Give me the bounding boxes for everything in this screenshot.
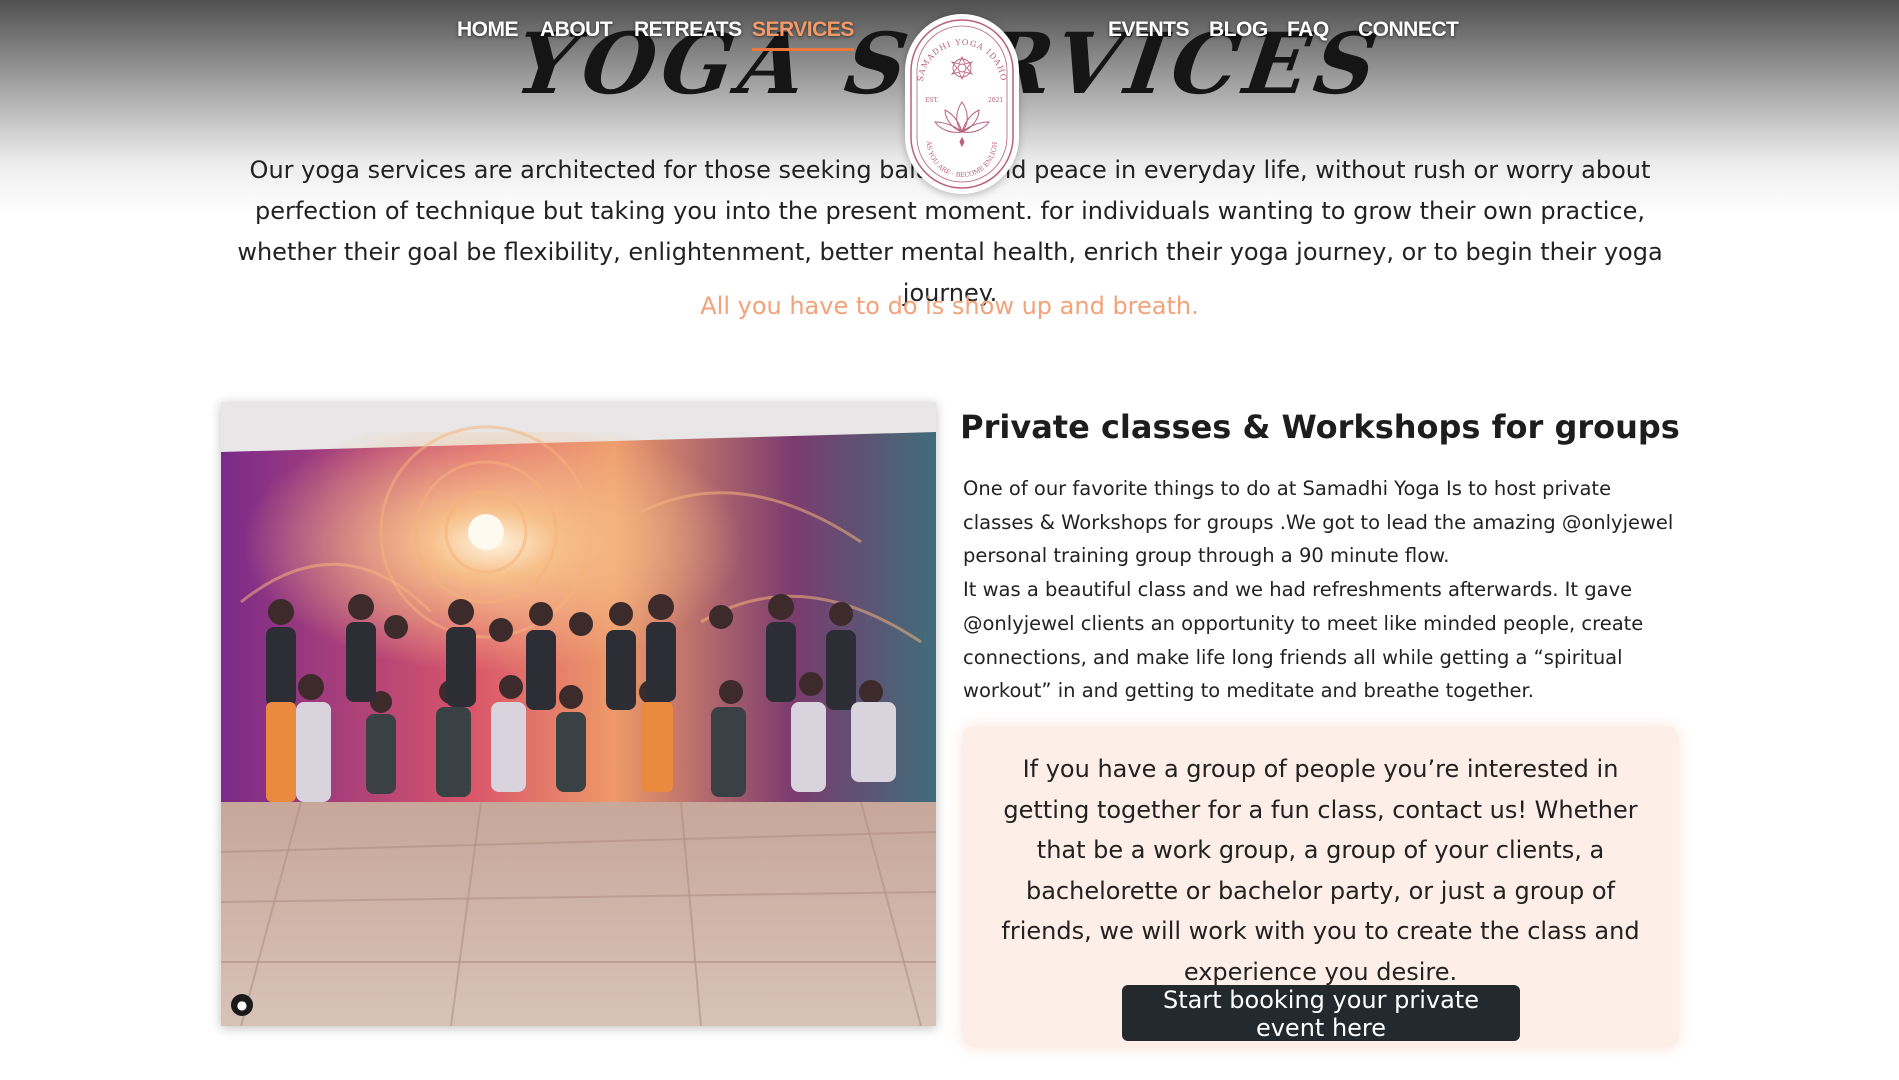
person-icon[interactable]: ●: [231, 994, 253, 1016]
nav-faq[interactable]: FAQ: [1287, 18, 1329, 48]
paragraph-2: It was a beautiful class and we had refr…: [963, 578, 1644, 703]
logo-bottom-text: COME AS YOU ARE · BECOME ENLIGHTENED: [905, 14, 999, 179]
cta-box: If you have a group of people you’re int…: [963, 727, 1678, 1047]
nav-services[interactable]: SERVICES: [752, 18, 854, 51]
logo-right-text: 2021: [988, 97, 1003, 104]
section-heading: Private classes & Workshops for groups: [960, 408, 1680, 446]
svg-text:SAMADHI YOGA IDAHO: SAMADHI YOGA IDAHO: [916, 38, 1008, 82]
nav-home[interactable]: HOME: [457, 18, 519, 48]
nav-events[interactable]: EVENTS: [1108, 18, 1190, 48]
nav-blog[interactable]: BLOG: [1209, 18, 1268, 48]
nav-connect[interactable]: CONNECT: [1358, 18, 1459, 48]
nav-about[interactable]: ABOUT: [540, 18, 613, 48]
nav-retreats[interactable]: RETREATS: [634, 18, 742, 48]
paragraph-1: One of our favorite things to do at Sama…: [963, 477, 1674, 568]
svg-text:COME AS YOU ARE · BECOME ENLIG: COME AS YOU ARE · BECOME ENLIGHTENED: [905, 14, 999, 179]
logo-top-text: SAMADHI YOGA IDAHO: [916, 38, 1007, 82]
lotus-icon: [934, 101, 990, 148]
cta-text: If you have a group of people you’re int…: [1001, 755, 1640, 986]
site-logo[interactable]: SAMADHI YOGA IDAHO COME AS YOU ARE · BEC…: [905, 14, 1019, 194]
logo-left-text: EST.: [925, 97, 939, 104]
book-private-event-button[interactable]: Start booking your private event here: [1122, 985, 1520, 1042]
tagline: All you have to do is show up and breath…: [700, 292, 1199, 320]
mandala-icon: [950, 55, 974, 81]
group-photo: ●: [221, 402, 936, 1026]
section-body: One of our favorite things to do at Sama…: [963, 472, 1678, 708]
